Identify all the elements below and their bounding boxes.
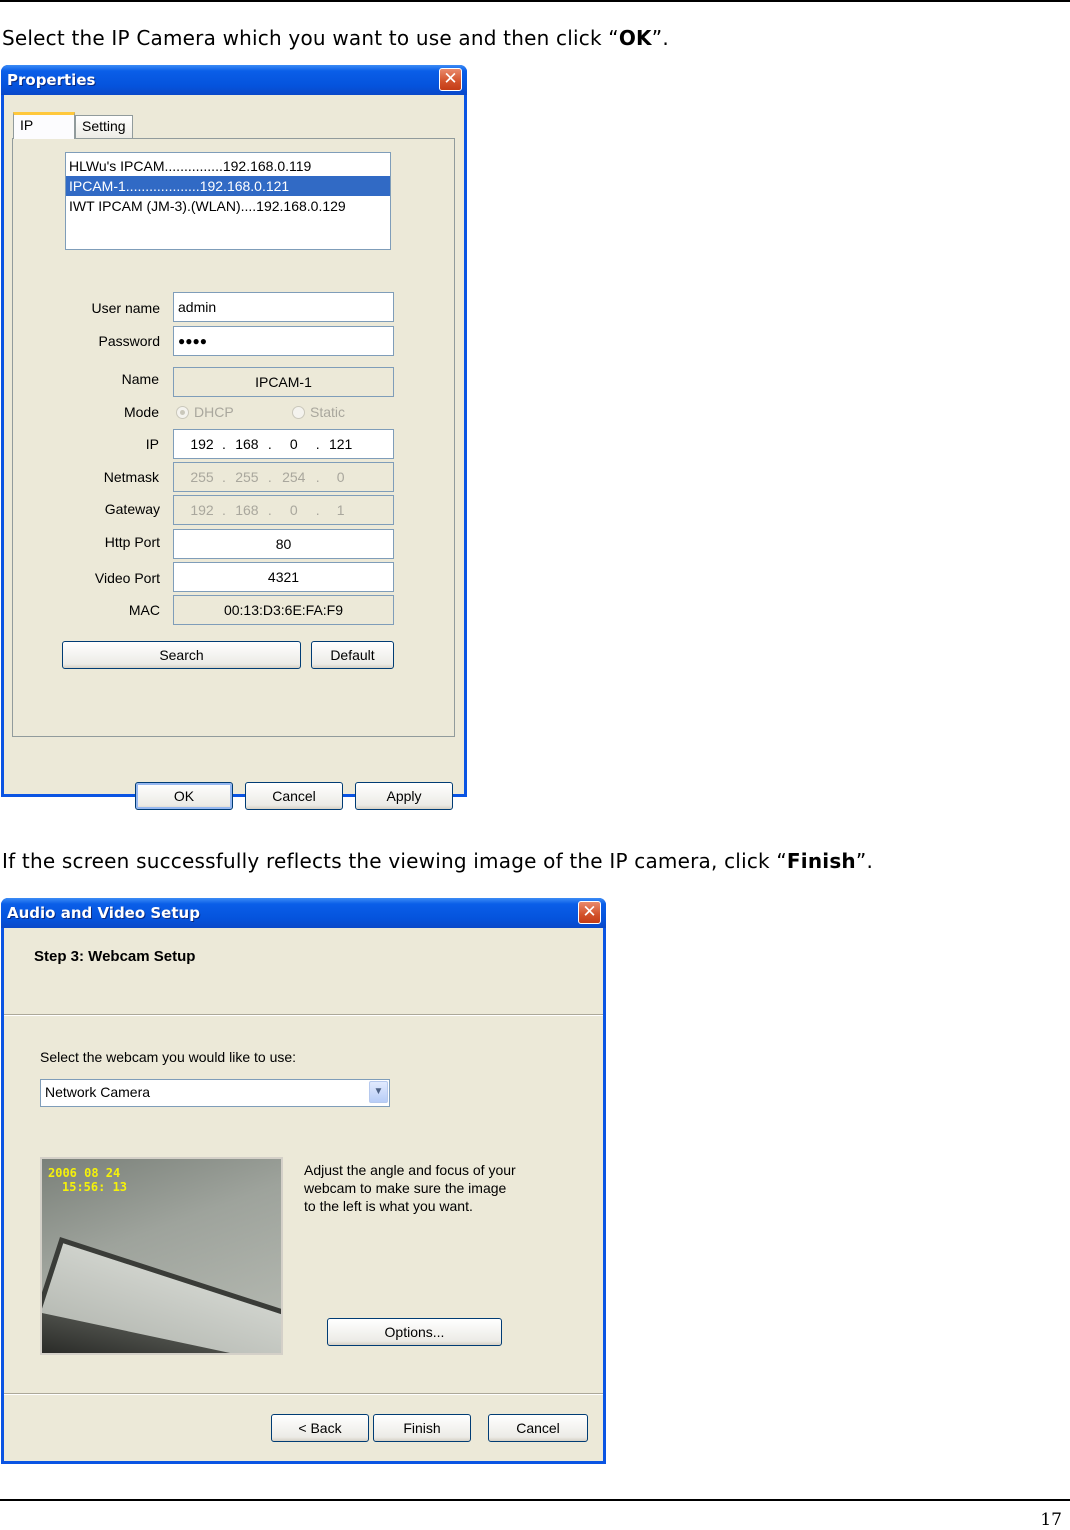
mode-static-radio[interactable]: Static [292,404,345,420]
mode-label: Mode [123,404,159,420]
select-webcam-label: Select the webcam you would like to use: [40,1049,297,1065]
search-button[interactable]: Search [62,641,301,669]
step-title: Step 3: Webcam Setup [34,948,196,965]
camera-list-item[interactable]: IWT IPCAM (JM-3).(WLAN)....192.168.0.129 [66,196,390,216]
video-port-input[interactable]: 4321 [173,562,394,592]
netmask-octet: 254 [282,469,306,485]
page-number: 17 [1040,1510,1062,1530]
close-icon[interactable]: ✕ [578,901,601,924]
camera-list-item-selected[interactable]: IPCAM-1...................192.168.0.121 [66,176,390,196]
webcam-setup-dialog: Audio and Video Setup ✕ Step 3: Webcam S… [1,898,606,1464]
properties-title: Properties [7,71,96,89]
password-input[interactable]: ●●●● [173,326,394,356]
dhcp-label: DHCP [194,404,234,420]
properties-dialog: Properties ✕ IP Setting HLWu's IPCAM....… [1,65,467,810]
chevron-down-icon[interactable]: ▼ [369,1081,388,1103]
webcam-cancel-button[interactable]: Cancel [488,1414,588,1442]
webcam-preview: 2006 08 24 15:56: 13 [40,1157,283,1355]
description-line: to the left is what you want. [304,1198,473,1214]
webcam-dialog-body: Step 3: Webcam Setup Select the webcam y… [4,928,603,1461]
bottom-rule [0,1499,1070,1501]
properties-body: IP Setting HLWu's IPCAM...............19… [4,95,464,810]
back-button[interactable]: < Back [271,1414,369,1442]
name-label: Name [121,371,159,387]
mac-field: 00:13:D3:6E:FA:F9 [173,595,394,625]
webcam-select-value: Network Camera [45,1084,151,1100]
properties-title-bar: Properties ✕ [1,65,467,95]
video-port-label: Video Port [94,570,160,586]
name-field: IPCAM-1 [173,367,394,397]
static-label: Static [310,404,346,420]
top-rule [0,0,1070,2]
instruction-finish: If the screen successfully reflects the … [2,849,874,873]
http-port-label: Http Port [104,534,160,550]
netmask-octet: 0 [336,469,345,485]
footer-divider [4,1393,603,1395]
instruction-select-camera: Select the IP Camera which you want to u… [2,26,669,50]
webcam-dialog-title: Audio and Video Setup [7,904,200,922]
ip-address-input[interactable]: 192. 168. 0. 121 [173,429,394,459]
gateway-octet: 168 [235,502,259,518]
gateway-input: 192. 168. 0. 1 [173,495,394,525]
description-line: webcam to make sure the image [304,1180,507,1196]
gateway-octet: 1 [336,502,345,518]
ip-label: IP [145,436,159,452]
password-label: Password [98,333,160,349]
preview-time: 15:56: 13 [62,1180,128,1194]
netmask-octet: 255 [235,469,259,485]
options-button[interactable]: Options... [327,1318,502,1346]
netmask-octet: 255 [190,469,214,485]
gateway-label: Gateway [104,501,160,517]
finish-button[interactable]: Finish [373,1414,471,1442]
apply-button[interactable]: Apply [355,782,453,810]
gateway-octet: 0 [289,502,298,518]
ip-octet: 192 [190,436,214,452]
cancel-button[interactable]: Cancel [245,782,343,810]
webcam-title-bar: Audio and Video Setup ✕ [1,898,606,928]
gateway-octet: 192 [190,502,214,518]
tab-ip[interactable]: IP [13,112,75,139]
user-name-label: User name [91,300,160,316]
preview-date: 2006 08 24 [48,1166,121,1180]
ip-octet: 121 [328,436,353,452]
netmask-label: Netmask [103,469,159,485]
http-port-input[interactable]: 80 [173,529,394,559]
ip-octet: 168 [235,436,259,452]
radio-unselected-icon [292,405,305,419]
radio-selected-icon [176,405,189,419]
ip-octet: 0 [289,436,298,452]
close-icon[interactable]: ✕ [439,68,462,91]
header-divider [4,1014,603,1016]
ok-button[interactable]: OK [135,782,233,810]
webcam-description: Adjust the angle and focus of your webca… [304,1161,516,1215]
user-name-input[interactable]: admin [173,292,394,322]
netmask-input: 255. 255. 254. 0 [173,462,394,492]
description-line: Adjust the angle and focus of your [304,1162,516,1178]
default-button[interactable]: Default [311,641,394,669]
mac-label: MAC [128,602,160,618]
camera-list-item[interactable]: HLWu's IPCAM...............192.168.0.119 [66,156,390,176]
camera-list[interactable]: HLWu's IPCAM...............192.168.0.119… [65,152,391,250]
tab-setting[interactable]: Setting [75,115,133,139]
webcam-select[interactable]: Network Camera ▼ [40,1079,390,1107]
mode-dhcp-radio[interactable]: DHCP [176,404,234,420]
